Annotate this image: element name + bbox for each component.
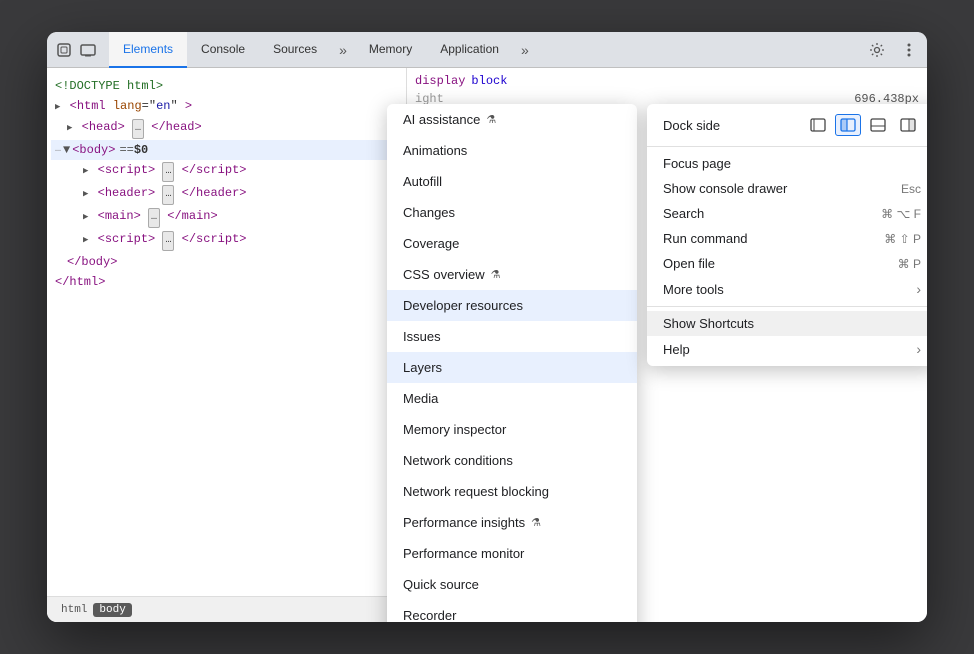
menu-item-issues[interactable]: Issues — [387, 321, 637, 352]
dom-line-script1: ▶ <script> … </script> — [51, 160, 402, 183]
menu-item-recorder[interactable]: Recorder — [387, 600, 637, 622]
menu-item-developer-resources[interactable]: Developer resources — [387, 290, 637, 321]
help-arrow-icon: › — [916, 341, 921, 357]
dom-line-doctype: <!DOCTYPE html> — [51, 76, 402, 96]
dom-line-body[interactable]: … ▼ <body> == $0 — [51, 140, 402, 160]
menu-item-quick-source[interactable]: Quick source — [387, 569, 637, 600]
dom-line-html-close: </html> — [51, 272, 402, 292]
breadcrumb-body[interactable]: body — [93, 603, 131, 617]
tab-console[interactable]: Console — [187, 32, 259, 68]
right-context-menu: Dock side — [647, 104, 927, 366]
dom-panel: <!DOCTYPE html> ▶ <html lang="en" > ▶ <h… — [47, 68, 407, 622]
tab-application[interactable]: Application — [426, 32, 513, 68]
menu-item-css-overview[interactable]: CSS overview ⚗ — [387, 259, 637, 290]
menu-item-changes[interactable]: Changes — [387, 197, 637, 228]
dom-line-main: ▶ <main> … </main> — [51, 206, 402, 229]
menu-item-media[interactable]: Media — [387, 383, 637, 414]
breadcrumb-html[interactable]: html — [55, 603, 93, 617]
menu-item-network-conditions[interactable]: Network conditions — [387, 445, 637, 476]
context-more-tools[interactable]: More tools › — [647, 276, 927, 302]
menu-item-autofill[interactable]: Autofill — [387, 166, 637, 197]
tab-bar: Elements Console Sources » Memory Applic… — [47, 32, 927, 68]
flask-icon-perf: ⚗ — [531, 516, 541, 529]
context-run-command[interactable]: Run command ⌘ ⇧ P — [647, 226, 927, 251]
flask-icon-css: ⚗ — [491, 268, 501, 281]
device-icon[interactable] — [79, 41, 97, 59]
context-help[interactable]: Help › — [647, 336, 927, 362]
tab-right-icons — [863, 36, 923, 64]
main-content: <!DOCTYPE html> ▶ <html lang="en" > ▶ <h… — [47, 68, 927, 622]
tab-more[interactable]: » — [331, 32, 355, 68]
dock-side-row: Dock side — [647, 108, 927, 142]
menu-item-performance-insights[interactable]: Performance insights ⚗ — [387, 507, 637, 538]
settings-button[interactable] — [863, 36, 891, 64]
context-open-file[interactable]: Open file ⌘ P — [647, 251, 927, 276]
dock-left-button[interactable] — [835, 114, 861, 136]
dom-line-body-close: </body> — [51, 252, 402, 272]
menu-item-ai-assistance[interactable]: AI assistance ⚗ — [387, 104, 637, 135]
more-tools-dropdown: AI assistance ⚗ Animations Autofill Chan… — [387, 104, 637, 622]
breadcrumb: html body — [47, 596, 407, 622]
dom-line-script2: ▶ <script> … </script> — [51, 229, 402, 252]
cursor-icon[interactable] — [55, 41, 73, 59]
dock-right-button[interactable] — [895, 114, 921, 136]
kebab-menu-button[interactable] — [895, 36, 923, 64]
tab-memory[interactable]: Memory — [355, 32, 426, 68]
more-tools-arrow-icon: › — [916, 281, 921, 297]
dock-side-label: Dock side — [663, 118, 720, 133]
devtools-window: Elements Console Sources » Memory Applic… — [47, 32, 927, 622]
tab-bar-icons — [51, 41, 101, 59]
menu-item-network-request-blocking[interactable]: Network request blocking — [387, 476, 637, 507]
context-show-console-drawer[interactable]: Show console drawer Esc — [647, 176, 927, 201]
tab-sources[interactable]: Sources — [259, 32, 331, 68]
tab-overflow[interactable]: » — [513, 32, 537, 68]
menu-item-performance-monitor[interactable]: Performance monitor — [387, 538, 637, 569]
dock-bottom-button[interactable] — [865, 114, 891, 136]
dom-line-header: ▶ <header> … </header> — [51, 183, 402, 206]
dock-undock-button[interactable] — [805, 114, 831, 136]
menu-item-animations[interactable]: Animations — [387, 135, 637, 166]
menu-item-memory-inspector[interactable]: Memory inspector — [387, 414, 637, 445]
flask-icon-ai: ⚗ — [486, 113, 496, 126]
dom-line-head: ▶ <head> … </head> — [51, 117, 402, 140]
separator-1 — [647, 146, 927, 147]
separator-2 — [647, 306, 927, 307]
context-focus-page[interactable]: Focus page — [647, 151, 927, 176]
context-search[interactable]: Search ⌘ ⌥ F — [647, 201, 927, 226]
menu-item-layers[interactable]: Layers — [387, 352, 637, 383]
dom-line-html: ▶ <html lang="en" > — [51, 96, 402, 117]
tab-elements[interactable]: Elements — [109, 32, 187, 68]
dock-icons — [805, 114, 921, 136]
context-show-shortcuts[interactable]: Show Shortcuts — [647, 311, 927, 336]
menu-item-coverage[interactable]: Coverage — [387, 228, 637, 259]
